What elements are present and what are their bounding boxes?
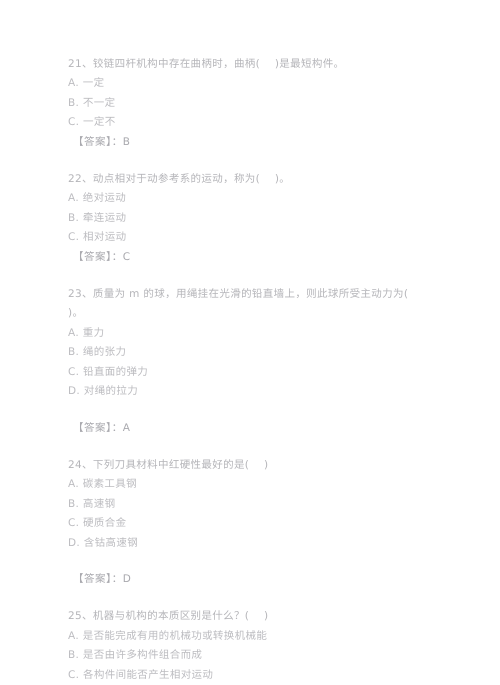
question-option: C. 相对运动 — [68, 231, 127, 244]
question-list: 21、铰链四杆机构中存在曲柄时，曲柄( )是最短构件。 A. 一定 B. 不一定… — [68, 55, 438, 685]
question-stem: 25、机器与机构的本质区别是什么？( ) — [68, 610, 269, 623]
question-option: C. 各构件间能否产生相对运动 — [68, 668, 214, 681]
question-option: B. 是否由许多构件组合而成 — [68, 649, 203, 662]
question-option: B. 不一定 — [68, 96, 116, 109]
question-option: A. 碳素工具钢 — [68, 478, 137, 491]
answer-line: 【答案】：D — [73, 572, 132, 585]
question-stem: 23、质量为 m 的球，用绳挂在光滑的铅直墙上，则此球所受主动力为( )。 — [68, 288, 424, 320]
question-block-25: 25、机器与机构的本质区别是什么？( ) A. 是否能完成有用的机械功或转换机械… — [68, 607, 438, 685]
question-option: D. 含钴高速钢 — [68, 536, 139, 549]
question-stem: 22、动点相对于动参考系的运动，称为( )。 — [68, 173, 291, 186]
question-option: A. 是否能完成有用的机械功或转换机械能 — [68, 629, 268, 642]
question-block-22: 22、动点相对于动参考系的运动，称为( )。 A. 绝对运动 B. 牵连运动 C… — [68, 170, 438, 267]
question-block-21: 21、铰链四杆机构中存在曲柄时，曲柄( )是最短构件。 A. 一定 B. 不一定… — [68, 55, 438, 152]
answer-line: 【答案】：B — [73, 135, 131, 148]
question-option: A. 重力 — [68, 326, 105, 339]
question-option: C. 一定不 — [68, 116, 116, 129]
question-block-24: 24、下列刀具材料中红硬性最好的是( ) A. 碳素工具钢 B. 高速钢 C. … — [68, 456, 438, 589]
question-option: C. 铅直面的弹力 — [68, 365, 149, 378]
answer-line: 【答案】：C — [73, 250, 131, 263]
question-option: B. 绳的张力 — [68, 346, 127, 359]
question-option: B. 高速钢 — [68, 497, 116, 510]
question-option: A. 绝对运动 — [68, 192, 127, 205]
question-option: A. 一定 — [68, 77, 105, 90]
question-option: D. 对绳的拉力 — [68, 385, 139, 398]
question-block-23: 23、质量为 m 的球，用绳挂在光滑的铅直墙上，则此球所受主动力为( )。 A.… — [68, 285, 438, 438]
question-option: C. 硬质合金 — [68, 517, 127, 530]
question-stem: 21、铰链四杆机构中存在曲柄时，曲柄( )是最短构件。 — [68, 58, 345, 70]
document-page: 21、铰链四杆机构中存在曲柄时，曲柄( )是最短构件。 A. 一定 B. 不一定… — [0, 0, 500, 681]
question-stem: 24、下列刀具材料中红硬性最好的是( ) — [68, 458, 269, 471]
answer-line: 【答案】：A — [73, 421, 131, 434]
question-option: B. 牵连运动 — [68, 211, 127, 224]
